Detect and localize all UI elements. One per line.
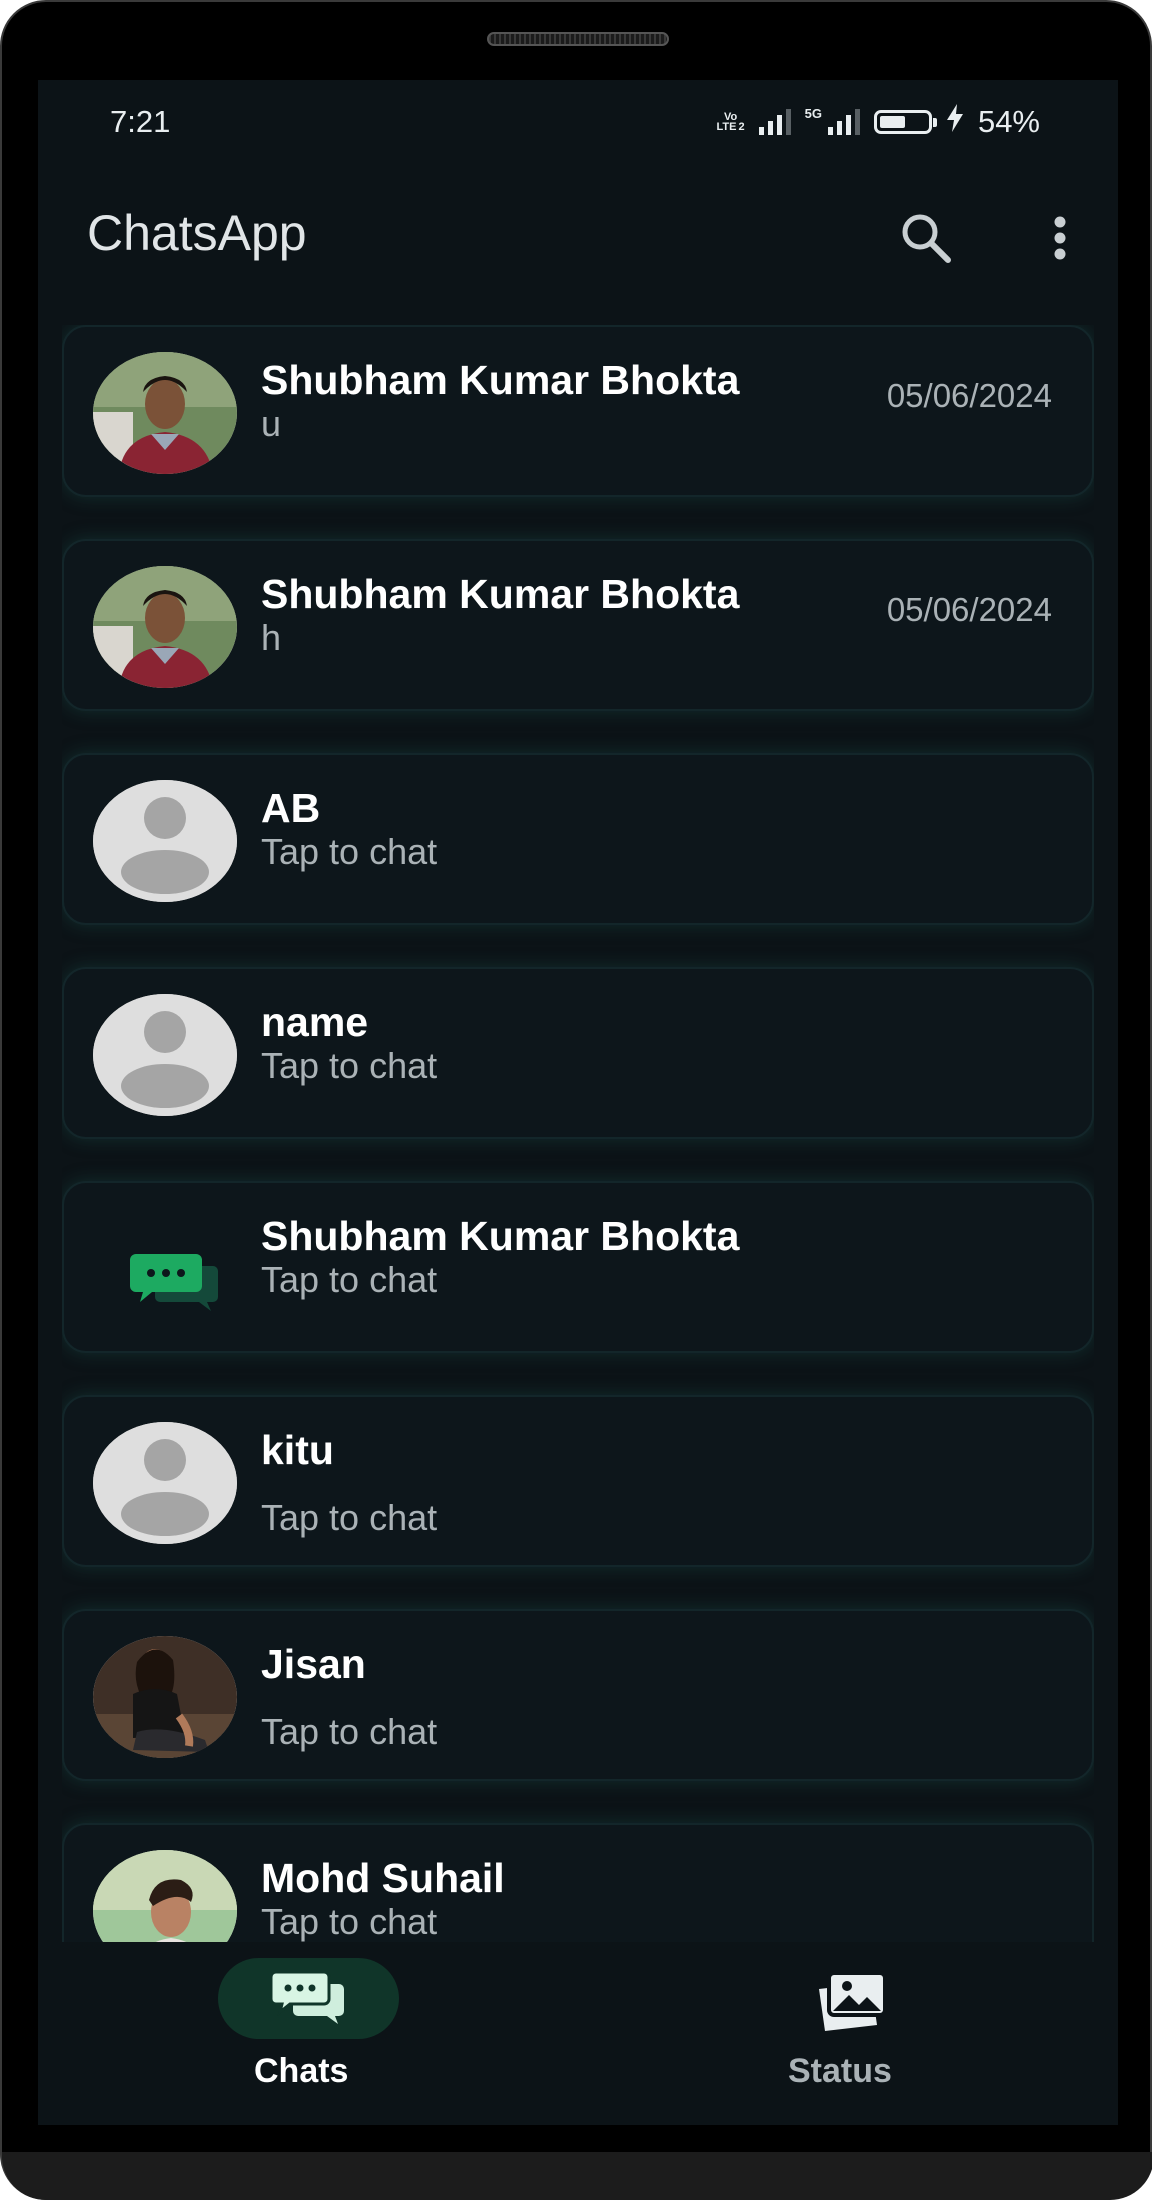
nav-chats-label[interactable]: Chats — [254, 2052, 348, 2091]
chat-name: Shubham Kumar Bhokta — [261, 571, 740, 617]
battery-percent: 54% — [977, 104, 1040, 139]
chat-item[interactable]: Shubham Kumar Bhokta Tap to chat — [62, 1181, 1094, 1353]
avatar — [93, 1636, 237, 1758]
signal-icon — [758, 109, 791, 135]
battery-icon — [873, 110, 937, 134]
speaker-grille — [487, 32, 669, 46]
chat-name: Shubham Kumar Bhokta — [261, 1213, 740, 1259]
avatar — [93, 352, 237, 474]
nav-status-label[interactable]: Status — [788, 2052, 892, 2091]
chat-item[interactable]: Jisan Tap to chat — [62, 1609, 1094, 1781]
bottom-navigation: Chats Status — [38, 1942, 1118, 2125]
volte-badge: Vo LTE 2 — [716, 111, 745, 133]
chat-last-message: Tap to chat — [261, 1901, 438, 1942]
default-person-icon — [93, 1422, 237, 1544]
chat-last-message: Tap to chat — [261, 1259, 438, 1300]
chat-last-message: Tap to chat — [261, 1711, 438, 1752]
chat-bubbles-icon — [93, 1208, 237, 1330]
chat-last-message: h — [261, 617, 282, 658]
chat-item[interactable]: kitu Tap to chat — [62, 1395, 1094, 1567]
chat-name: Mohd Suhail — [261, 1855, 505, 1901]
chat-last-message: Tap to chat — [261, 1497, 438, 1538]
chat-last-message: u — [261, 403, 282, 444]
chat-list[interactable]: Shubham Kumar Bhokta u 05/06/2024 Shubha… — [62, 325, 1094, 2017]
chat-item[interactable]: Shubham Kumar Bhokta h 05/06/2024 — [62, 539, 1094, 711]
phone-bottom-bezel — [2, 2152, 1152, 2200]
app-screen: 7:21 Vo LTE 2 5G 54% ChatsApp Shubham Ku… — [38, 80, 1118, 2125]
chats-icon — [269, 1968, 347, 2029]
chat-name: name — [261, 999, 369, 1045]
app-title: ChatsApp — [87, 205, 307, 261]
default-person-icon — [93, 780, 237, 902]
chat-date: 05/06/2024 — [886, 591, 1052, 628]
chat-last-message: Tap to chat — [261, 831, 438, 872]
nav-chats-button[interactable] — [218, 1958, 399, 2039]
status-gallery-icon[interactable] — [806, 1962, 896, 2038]
avatar — [93, 566, 237, 688]
chat-last-message: Tap to chat — [261, 1045, 438, 1086]
fiveg-signal-icon: 5G — [805, 107, 860, 135]
charging-bolt-icon — [946, 104, 964, 140]
chat-item[interactable]: Shubham Kumar Bhokta u 05/06/2024 — [62, 325, 1094, 497]
status-icons: Vo LTE 2 5G 54% — [717, 104, 1040, 140]
chat-name: Jisan — [261, 1641, 366, 1687]
search-icon[interactable] — [894, 206, 958, 270]
default-person-icon — [93, 994, 237, 1116]
chat-name: AB — [261, 785, 321, 831]
chat-name: Shubham Kumar Bhokta — [261, 357, 740, 403]
status-time: 7:21 — [110, 104, 171, 139]
status-bar: 7:21 Vo LTE 2 5G 54% — [38, 80, 1118, 164]
chat-item[interactable]: name Tap to chat — [62, 967, 1094, 1139]
phone-frame: 7:21 Vo LTE 2 5G 54% ChatsApp Shubham Ku… — [0, 0, 1152, 2200]
more-vert-icon[interactable] — [1040, 206, 1080, 270]
chat-name: kitu — [261, 1427, 334, 1473]
chat-date: 05/06/2024 — [886, 377, 1052, 414]
chat-item[interactable]: AB Tap to chat — [62, 753, 1094, 925]
